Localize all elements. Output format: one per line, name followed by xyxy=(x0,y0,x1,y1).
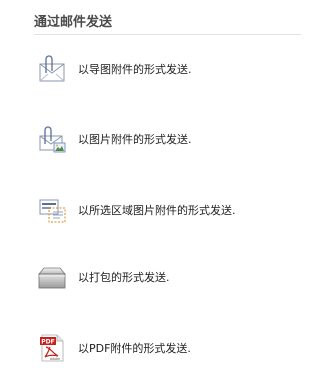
option-label: 以PDF附件的形式发送. xyxy=(78,342,191,355)
send-package-option[interactable]: 以打包的形式发送. xyxy=(34,262,284,292)
section-title: 通过邮件发送 xyxy=(34,15,113,30)
option-label: 以图片附件的形式发送. xyxy=(78,133,192,146)
pdf-icon-brand-text: Adobe xyxy=(50,357,60,361)
pdf-icon-badge-text: PDF xyxy=(41,339,54,346)
send-mindmap-attachment-option[interactable]: 以导图附件的形式发送. xyxy=(34,54,284,84)
send-image-attachment-option[interactable]: 以图片附件的形式发送. xyxy=(34,124,284,154)
selection-image-icon xyxy=(37,195,67,225)
pdf-icon: PDF Adobe xyxy=(37,333,67,363)
section-header: 通过邮件发送 xyxy=(34,10,301,35)
mail-attachment-icon xyxy=(37,54,67,84)
option-label: 以导图附件的形式发送. xyxy=(78,63,192,76)
send-selection-image-option[interactable]: 以所选区域图片附件的形式发送. xyxy=(34,195,284,225)
send-pdf-attachment-option[interactable]: PDF Adobe 以PDF附件的形式发送. xyxy=(34,333,284,363)
image-attachment-icon xyxy=(37,124,67,154)
package-icon xyxy=(37,262,67,292)
option-label: 以所选区域图片附件的形式发送. xyxy=(78,204,236,217)
option-label: 以打包的形式发送. xyxy=(78,271,170,284)
